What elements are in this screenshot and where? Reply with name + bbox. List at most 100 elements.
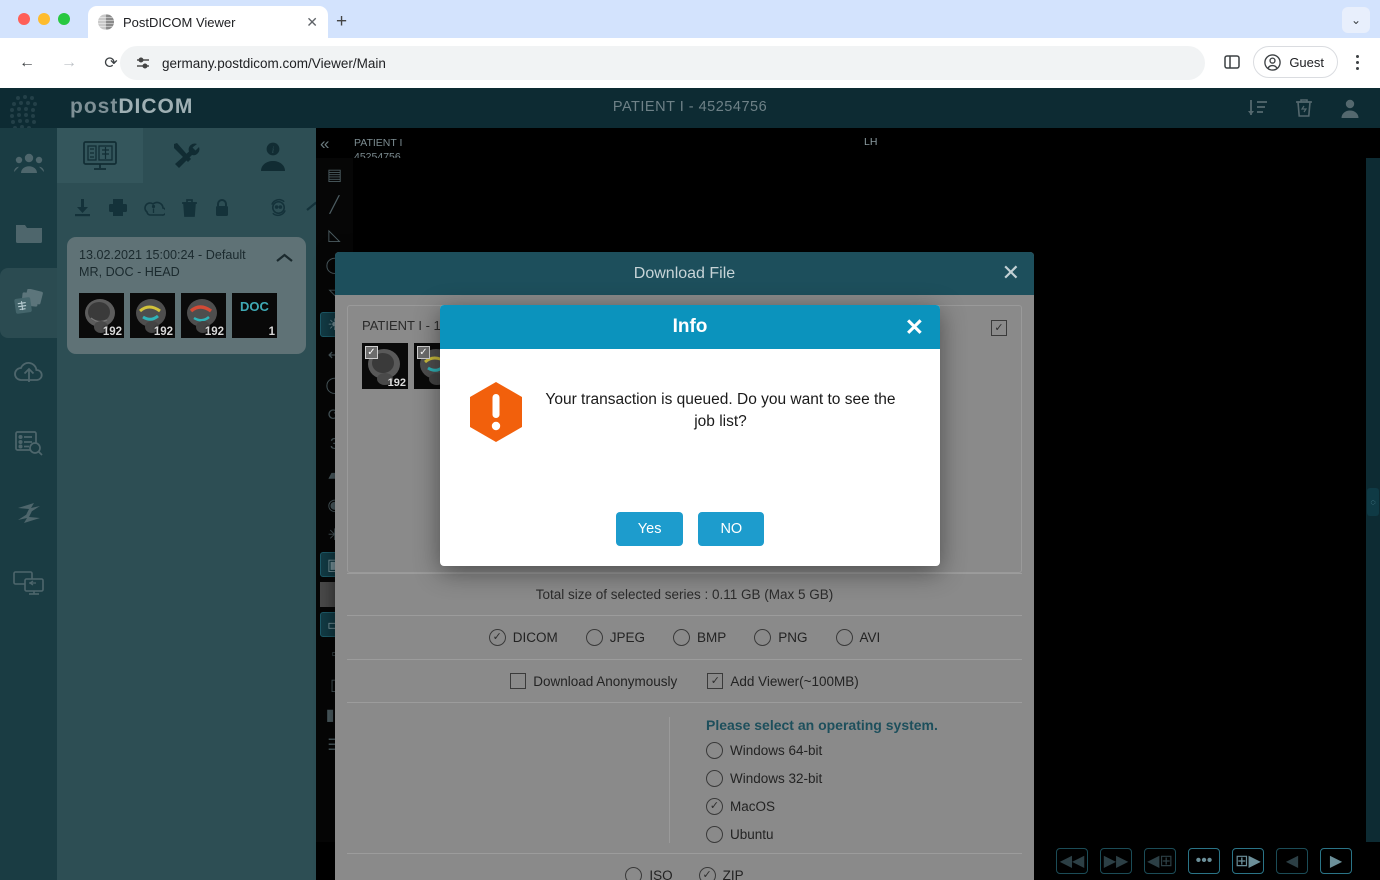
format-option-jpeg[interactable]: JPEG: [585, 629, 645, 646]
download-icon[interactable]: [73, 198, 92, 217]
scroll-handle[interactable]: ◌: [1367, 488, 1379, 516]
sidebar-item-remote[interactable]: [0, 548, 57, 618]
format-option-avi[interactable]: AVI: [835, 629, 880, 646]
close-icon[interactable]: ✕: [306, 15, 318, 29]
print-icon[interactable]: [108, 198, 128, 217]
browser-toolbar-actions: Guest: [1217, 46, 1370, 78]
checkbox-icon[interactable]: [707, 673, 724, 689]
viewer-scrollbar[interactable]: ◌: [1366, 158, 1380, 842]
minimize-window-button[interactable]: [38, 13, 50, 25]
patient-prev-button[interactable]: ◀: [1276, 848, 1308, 874]
download-anonymously-option[interactable]: Download Anonymously: [510, 673, 677, 689]
package-label: ISO: [649, 868, 673, 880]
next-series-button[interactable]: ▶▶: [1100, 848, 1132, 874]
sidebar-item-patients[interactable]: [0, 128, 57, 198]
os-label: MacOS: [730, 799, 776, 814]
address-bar[interactable]: germany.postdicom.com/Viewer/Main: [120, 46, 1205, 80]
package-option-zip[interactable]: ZIP: [698, 867, 744, 880]
os-option-list: Windows 64-bit Windows 32-bit MacOS: [706, 742, 938, 843]
tab-tools[interactable]: [143, 128, 229, 183]
download-series-thumbnail[interactable]: ✓ 192: [362, 343, 408, 389]
os-option-windows-64[interactable]: Windows 64-bit: [706, 742, 938, 759]
trash-icon[interactable]: [1292, 96, 1316, 120]
viewer-collapse-icon[interactable]: «: [320, 134, 329, 154]
series-thumbnail[interactable]: 192: [130, 293, 175, 338]
yes-button[interactable]: Yes: [615, 512, 684, 546]
sidebar-item-folders[interactable]: [0, 198, 57, 268]
radio-icon[interactable]: [706, 742, 723, 759]
radio-icon[interactable]: [706, 826, 723, 843]
package-option-iso[interactable]: ISO: [625, 867, 673, 880]
angle-icon[interactable]: ◺: [320, 222, 349, 247]
layers-icon[interactable]: ▤: [320, 162, 349, 187]
radio-icon[interactable]: [706, 770, 723, 787]
close-icon[interactable]: ✕: [905, 314, 924, 340]
layout-prev-button[interactable]: ◀⊞: [1144, 848, 1176, 874]
radio-icon[interactable]: [754, 629, 772, 646]
format-option-png[interactable]: PNG: [754, 629, 808, 646]
maximize-window-button[interactable]: [58, 13, 70, 25]
series-collapse-icon[interactable]: [275, 251, 294, 269]
sidebar-item-upload[interactable]: [0, 338, 57, 408]
info-dialog-body: Your transaction is queued. Do you want …: [440, 349, 940, 443]
chevron-down-icon[interactable]: ⌄: [1342, 7, 1370, 33]
side-panel-icon[interactable]: [1217, 47, 1247, 77]
more-options-button[interactable]: •••: [1188, 848, 1220, 874]
os-option-windows-32[interactable]: Windows 32-bit: [706, 770, 938, 787]
lock-icon[interactable]: [214, 198, 230, 217]
back-button[interactable]: ←: [12, 48, 42, 78]
remote-screens-icon: [12, 571, 44, 595]
checkbox-icon[interactable]: [510, 673, 527, 689]
no-button[interactable]: NO: [698, 512, 765, 546]
browser-tab-title: PostDICOM Viewer: [123, 14, 236, 30]
browser-menu-icon[interactable]: [1344, 47, 1370, 77]
add-viewer-option[interactable]: Add Viewer(~100MB): [707, 673, 859, 689]
series-card[interactable]: 13.02.2021 15:00:24 - Default MR, DOC - …: [67, 237, 306, 354]
cloud-upload-icon: [13, 362, 43, 382]
radio-icon[interactable]: [585, 629, 603, 646]
radio-icon[interactable]: [698, 867, 716, 880]
sync-icon: [17, 503, 40, 523]
sidebar-item-sync[interactable]: [0, 478, 57, 548]
ruler-icon[interactable]: ╱: [320, 192, 349, 217]
site-settings-icon[interactable]: [134, 55, 151, 72]
format-option-bmp[interactable]: BMP: [672, 629, 726, 646]
sidebar-item-reports[interactable]: [0, 408, 57, 478]
format-option-dicom[interactable]: DICOM: [488, 629, 558, 646]
forward-button[interactable]: →: [54, 48, 84, 78]
radio-icon[interactable]: [835, 629, 853, 646]
prev-series-button[interactable]: ◀◀: [1056, 848, 1088, 874]
share-icon[interactable]: [144, 198, 165, 217]
series-thumbnail[interactable]: 192: [181, 293, 226, 338]
refresh-icon[interactable]: [268, 197, 289, 218]
tab-viewer[interactable]: [57, 128, 144, 183]
browser-tab[interactable]: PostDICOM Viewer ✕: [88, 6, 328, 38]
delete-icon[interactable]: [181, 198, 198, 217]
os-option-macos[interactable]: MacOS: [706, 798, 938, 815]
tab-patient-info[interactable]: i: [230, 128, 316, 183]
radio-icon[interactable]: [672, 629, 690, 646]
patient-next-button[interactable]: ▶: [1320, 848, 1352, 874]
window-controls[interactable]: [18, 13, 70, 25]
os-option-ubuntu[interactable]: Ubuntu: [706, 826, 938, 843]
radio-icon[interactable]: [625, 867, 643, 880]
select-all-series-checkbox[interactable]: [991, 320, 1007, 336]
user-icon[interactable]: [1338, 96, 1362, 120]
sort-descending-icon[interactable]: [1246, 96, 1270, 120]
info-dialog: Info ✕ Your transaction is queued. Do yo…: [440, 305, 940, 566]
close-window-button[interactable]: [18, 13, 30, 25]
page-title: PATIENT I - 45254756: [612, 99, 768, 115]
series-thumbnail-checkbox[interactable]: ✓: [365, 346, 378, 359]
profile-button[interactable]: Guest: [1253, 46, 1338, 78]
close-icon[interactable]: ✕: [1002, 260, 1020, 286]
series-thumbnail[interactable]: 192: [79, 293, 124, 338]
new-tab-button[interactable]: +: [336, 12, 347, 31]
series-thumbnail-count: 192: [204, 326, 224, 338]
series-thumbnail-count: 192: [387, 377, 406, 389]
sidebar-item-studies[interactable]: [0, 268, 57, 338]
series-thumbnail-doc[interactable]: DOC 1: [232, 293, 277, 338]
radio-icon[interactable]: [706, 798, 723, 815]
radio-icon[interactable]: [488, 629, 506, 646]
layout-next-button[interactable]: ⊞▶: [1232, 848, 1264, 874]
series-thumbnail-checkbox[interactable]: ✓: [417, 346, 430, 359]
